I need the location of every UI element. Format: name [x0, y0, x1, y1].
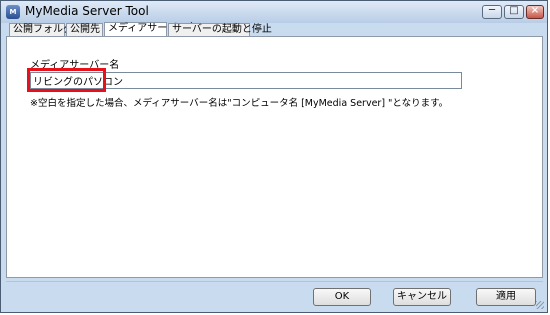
footer-separator	[6, 281, 543, 282]
highlight-box	[27, 68, 106, 92]
window-title: MyMedia Server Tool	[25, 4, 149, 18]
tab-media-server-name[interactable]: メディアサーバー名	[104, 22, 197, 37]
close-icon: ×	[530, 5, 540, 16]
tab-publish-target[interactable]: 公開先	[66, 23, 103, 36]
resize-grip-icon[interactable]	[536, 301, 544, 309]
tab-server-start-stop[interactable]: サーバーの起動と停止	[168, 23, 272, 36]
ok-button[interactable]: OK	[313, 288, 371, 306]
minimize-icon: ─	[488, 5, 496, 16]
cancel-button[interactable]: キャンセル	[393, 288, 451, 306]
minimize-button[interactable]: ─	[482, 5, 502, 19]
maximize-icon: □	[509, 5, 519, 16]
close-button[interactable]: ×	[526, 5, 544, 19]
tab-public-folders[interactable]: 公開フォルダ	[9, 23, 73, 36]
maximize-button[interactable]: □	[504, 5, 524, 19]
app-window: M MyMedia Server Tool ─ □ × 公開フォルダ 公開先 メ…	[0, 0, 548, 313]
tab-panel: メディアサーバー名 ※空白を指定した場合、メディアサーバー名は"コンピュータ名 …	[6, 36, 543, 278]
apply-button[interactable]: 適用	[476, 288, 536, 306]
title-bar[interactable]: M MyMedia Server Tool ─ □ ×	[1, 1, 547, 23]
note-text: ※空白を指定した場合、メディアサーバー名は"コンピュータ名 [MyMedia S…	[30, 98, 449, 109]
app-icon: M	[6, 5, 20, 19]
